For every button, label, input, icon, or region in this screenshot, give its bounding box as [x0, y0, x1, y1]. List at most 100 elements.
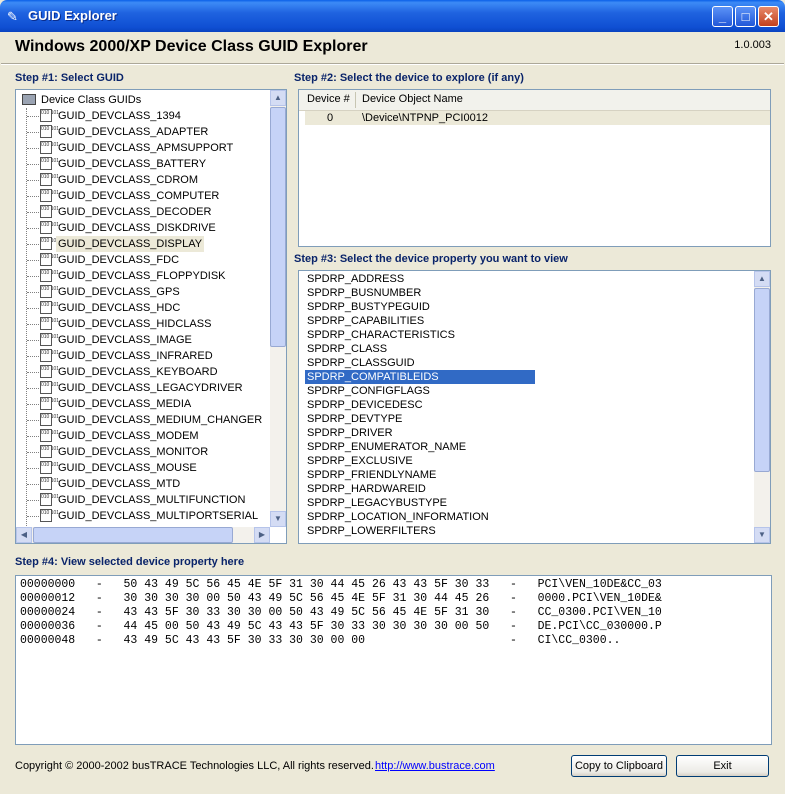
tree-item-label: GUID_DEVCLASS_APMSUPPORT: [58, 142, 234, 154]
scroll-up-arrow-icon[interactable]: ▲: [754, 271, 770, 287]
guid-binary-icon: 010 101: [40, 349, 59, 362]
tree-item-label: GUID_DEVCLASS_MTD: [58, 478, 181, 490]
tree-root-label: Device Class GUIDs: [41, 94, 142, 106]
property-item-spdrp-compatibleids[interactable]: SPDRP_COMPATIBLEIDS: [305, 370, 535, 384]
hex-dump-view[interactable]: 00000000 - 50 43 49 5C 56 45 4E 5F 31 30…: [15, 575, 772, 745]
tree-item-label: GUID_DEVCLASS_INFRARED: [58, 350, 213, 362]
step3-label: Step #3: Select the device property you …: [294, 253, 568, 265]
guid-binary-icon: 010 101: [40, 173, 59, 186]
property-scroll-thumb[interactable]: [754, 288, 770, 472]
header-separator: [1, 63, 784, 65]
step1-label: Step #1: Select GUID: [15, 72, 124, 84]
tree-branch-line: [27, 452, 39, 453]
tree-branch-line: [27, 484, 39, 485]
scroll-right-arrow-icon[interactable]: ▶: [254, 527, 270, 543]
guid-binary-icon: 010 101: [40, 509, 59, 522]
tree-branch-line: [27, 132, 39, 133]
title-bar[interactable]: ✎ GUID Explorer _ □ ✕: [0, 0, 785, 32]
tree-item-label: GUID_DEVCLASS_HIDCLASS: [58, 318, 212, 330]
property-item-spdrp-friendlyname[interactable]: SPDRP_FRIENDLYNAME: [305, 468, 438, 482]
property-vertical-scrollbar[interactable]: ▲ ▼: [754, 271, 770, 543]
property-item-spdrp-lowerfilters[interactable]: SPDRP_LOWERFILTERS: [305, 524, 438, 538]
guid-binary-icon: 010 101: [40, 429, 59, 442]
hex-line: 00000024 - 43 43 5F 30 33 30 30 00 50 43…: [20, 606, 662, 619]
guid-binary-icon: 010 101: [40, 397, 59, 410]
tree-branch-line: [27, 292, 39, 293]
property-item-spdrp-bustypeguid[interactable]: SPDRP_BUSTYPEGUID: [305, 300, 432, 314]
device-list-header: Device # Device Object Name: [299, 90, 770, 111]
property-item-spdrp-address[interactable]: SPDRP_ADDRESS: [305, 272, 406, 286]
guid-binary-icon: 010 101: [40, 493, 59, 506]
tree-branch-line: [27, 356, 39, 357]
property-item-spdrp-configflags[interactable]: SPDRP_CONFIGFLAGS: [305, 384, 432, 398]
maximize-button[interactable]: □: [735, 6, 756, 27]
guid-binary-icon: 010 101: [40, 141, 59, 154]
property-item-spdrp-class[interactable]: SPDRP_CLASS: [305, 342, 389, 356]
tree-item-label: GUID_DEVCLASS_IMAGE: [58, 334, 192, 346]
bustrace-link[interactable]: http://www.bustrace.com: [375, 760, 495, 772]
tree-item-label: GUID_DEVCLASS_COMPUTER: [58, 190, 220, 202]
tree-branch-line: [27, 340, 39, 341]
property-item-spdrp-hardwareid[interactable]: SPDRP_HARDWAREID: [305, 482, 428, 496]
property-item-spdrp-exclusive[interactable]: SPDRP_EXCLUSIVE: [305, 454, 415, 468]
tree-item-label: GUID_DEVCLASS_GPS: [58, 286, 180, 298]
tree-branch-line: [27, 148, 39, 149]
close-button[interactable]: ✕: [758, 6, 779, 27]
guid-binary-icon: 010 101: [40, 109, 59, 122]
property-item-spdrp-classguid[interactable]: SPDRP_CLASSGUID: [305, 356, 417, 370]
scroll-down-arrow-icon[interactable]: ▼: [270, 511, 286, 527]
step2-label: Step #2: Select the device to explore (i…: [294, 72, 524, 84]
header-device-object-name[interactable]: Device Object Name: [362, 93, 463, 105]
property-item-spdrp-location-information[interactable]: SPDRP_LOCATION_INFORMATION: [305, 510, 491, 524]
guid-binary-icon: 010 101: [40, 269, 59, 282]
scroll-left-arrow-icon[interactable]: ◀: [16, 527, 32, 543]
tree-item-label: GUID_DEVCLASS_MULTIPORTSERIAL: [58, 510, 259, 522]
guid-binary-icon: 010 101: [40, 237, 59, 250]
tree-vertical-scrollbar[interactable]: ▲ ▼: [270, 90, 286, 527]
copy-to-clipboard-button[interactable]: Copy to Clipboard: [571, 755, 667, 777]
property-item-spdrp-devicedesc[interactable]: SPDRP_DEVICEDESC: [305, 398, 425, 412]
property-list-content: SPDRP_ADDRESS SPDRP_BUSNUMBER SPDRP_BUSTYP…: [299, 271, 754, 543]
tree-item-label: GUID_DEVCLASS_LEGACYDRIVER: [58, 382, 243, 394]
scroll-up-arrow-icon[interactable]: ▲: [270, 90, 286, 106]
guid-binary-icon: 010 101: [40, 413, 59, 426]
device-list[interactable]: Device # Device Object Name 0 \Device\NT…: [298, 89, 771, 247]
exit-button[interactable]: Exit: [676, 755, 769, 777]
tree-hscroll-thumb[interactable]: [33, 527, 233, 543]
tree-item-label: GUID_DEVCLASS_CDROM: [58, 174, 198, 186]
tree-branch-line: [27, 372, 39, 373]
property-item-spdrp-enumerator-name[interactable]: SPDRP_ENUMERATOR_NAME: [305, 440, 468, 454]
tree-branch-line: [27, 276, 39, 277]
guid-binary-icon: 010 101: [40, 333, 59, 346]
scroll-down-arrow-icon[interactable]: ▼: [754, 527, 770, 543]
tree-item-label: GUID_DEVCLASS_MEDIA: [58, 398, 192, 410]
property-item-spdrp-legacybustype[interactable]: SPDRP_LEGACYBUSTYPE: [305, 496, 449, 510]
guid-binary-icon: 010 101: [40, 301, 59, 314]
property-item-spdrp-characteristics[interactable]: SPDRP_CHARACTERISTICS: [305, 328, 457, 342]
minimize-button[interactable]: _: [712, 6, 733, 27]
property-item-spdrp-capabilities[interactable]: SPDRP_CAPABILITIES: [305, 314, 426, 328]
tree-item-label: GUID_DEVCLASS_MOUSE: [58, 462, 197, 474]
tree-branch-line: [27, 516, 39, 517]
property-item-spdrp-devtype[interactable]: SPDRP_DEVTYPE: [305, 412, 404, 426]
property-item-spdrp-driver[interactable]: SPDRP_DRIVER: [305, 426, 395, 440]
guid-tree[interactable]: Device Class GUIDs 010 101 GUID_DEVCLASS_…: [15, 89, 287, 544]
tree-horizontal-scrollbar[interactable]: ◀ ▶: [16, 527, 270, 543]
tree-scroll-thumb[interactable]: [270, 107, 286, 347]
tree-connector-line: [26, 108, 28, 528]
tree-branch-line: [27, 244, 39, 245]
header-divider: [355, 92, 356, 108]
hex-line: 00000000 - 50 43 49 5C 56 45 4E 5F 31 30…: [20, 578, 662, 591]
tree-branch-line: [27, 164, 39, 165]
tree-item-label: GUID_DEVCLASS_MEDIUM_CHANGER: [58, 414, 263, 426]
header-device-number[interactable]: Device #: [307, 93, 350, 105]
guid-binary-icon: 010 101: [40, 461, 59, 474]
tree-item-label: GUID_DEVCLASS_MODEM: [58, 430, 199, 442]
tree-branch-line: [27, 436, 39, 437]
device-row[interactable]: 0 \Device\NTPNP_PCI0012: [305, 111, 770, 125]
tree-item-label: GUID_DEVCLASS_DECODER: [58, 206, 212, 218]
hex-line: 00000048 - 43 49 5C 43 43 5F 30 33 30 30…: [20, 634, 621, 647]
property-item-spdrp-busnumber[interactable]: SPDRP_BUSNUMBER: [305, 286, 423, 300]
tree-branch-line: [27, 180, 39, 181]
property-list[interactable]: SPDRP_ADDRESS SPDRP_BUSNUMBER SPDRP_BUSTYP…: [298, 270, 771, 544]
